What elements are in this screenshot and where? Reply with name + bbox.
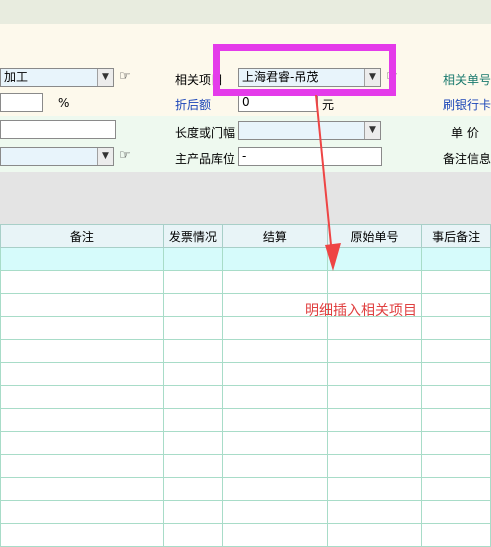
table-cell[interactable]: [221, 408, 328, 432]
table-cell[interactable]: [421, 362, 491, 386]
table-cell[interactable]: [421, 477, 491, 501]
table-row[interactable]: [0, 339, 491, 363]
table-cell[interactable]: [326, 431, 423, 455]
table-cell[interactable]: [0, 270, 164, 294]
percent-unit: %: [58, 96, 70, 110]
table-cell[interactable]: [421, 523, 491, 547]
table-cell[interactable]: [0, 408, 164, 432]
table-cell[interactable]: [421, 431, 491, 455]
main-location-label: 主产品库位: [175, 152, 236, 166]
length-width-label: 长度或门幅: [175, 126, 236, 140]
process-type-combo[interactable]: 加工 ▼: [0, 68, 114, 87]
table-cell[interactable]: [162, 500, 223, 524]
grid-body: [0, 247, 491, 547]
table-cell[interactable]: [221, 500, 328, 524]
table-cell[interactable]: [162, 431, 223, 455]
table-cell[interactable]: [162, 270, 223, 294]
table-row[interactable]: [0, 431, 491, 455]
detail-grid: 备注 发票情况 结算 原始单号 事后备注: [0, 224, 491, 547]
process-type-value: 加工: [4, 70, 29, 84]
left-text-input[interactable]: [0, 120, 116, 139]
table-row[interactable]: [0, 385, 491, 409]
table-cell[interactable]: [326, 454, 423, 478]
table-cell[interactable]: [0, 362, 164, 386]
table-row[interactable]: [0, 362, 491, 386]
table-cell[interactable]: [162, 385, 223, 409]
percent-input[interactable]: [0, 93, 43, 112]
table-cell[interactable]: [0, 339, 164, 363]
table-cell[interactable]: [162, 247, 223, 271]
table-cell[interactable]: [326, 500, 423, 524]
table-cell[interactable]: [421, 500, 491, 524]
top-toolbar: [0, 0, 491, 24]
table-cell[interactable]: [0, 523, 164, 547]
table-cell[interactable]: [221, 385, 328, 409]
table-cell[interactable]: [326, 339, 423, 363]
annotation-arrow: [315, 95, 341, 271]
table-cell[interactable]: [326, 408, 423, 432]
table-cell[interactable]: [326, 523, 423, 547]
table-row[interactable]: [0, 454, 491, 478]
table-cell[interactable]: [162, 477, 223, 501]
table-cell[interactable]: [421, 316, 491, 340]
column-header-remarks[interactable]: 备注: [0, 224, 164, 248]
remarks-info-label: 备注信息: [443, 152, 491, 166]
table-cell[interactable]: [421, 385, 491, 409]
discount-amount-label: 折后额: [175, 98, 212, 112]
chevron-down-icon[interactable]: ▼: [97, 148, 113, 165]
table-cell[interactable]: [326, 385, 423, 409]
table-cell[interactable]: [221, 431, 328, 455]
table-cell[interactable]: [162, 339, 223, 363]
table-cell[interactable]: [221, 477, 328, 501]
table-cell[interactable]: [421, 247, 491, 271]
table-cell[interactable]: [162, 408, 223, 432]
table-row[interactable]: [0, 477, 491, 501]
table-cell[interactable]: [0, 477, 164, 501]
table-cell[interactable]: [326, 362, 423, 386]
table-cell[interactable]: [0, 454, 164, 478]
table-cell[interactable]: [162, 316, 223, 340]
chevron-down-icon[interactable]: ▼: [364, 122, 380, 139]
table-row[interactable]: [0, 316, 491, 340]
table-cell[interactable]: [221, 339, 328, 363]
table-cell[interactable]: [421, 270, 491, 294]
annotation-text: 明细插入相关项目: [305, 303, 417, 319]
grid-toolbar-area: [0, 172, 491, 224]
table-cell[interactable]: [162, 362, 223, 386]
table-row[interactable]: [0, 247, 491, 271]
table-row[interactable]: [0, 408, 491, 432]
unit-price-label: 单 价: [451, 126, 479, 140]
highlight-box: [213, 44, 396, 96]
pointing-hand-icon[interactable]: ☞: [119, 148, 131, 163]
table-row[interactable]: [0, 523, 491, 547]
table-cell[interactable]: [326, 477, 423, 501]
table-cell[interactable]: [221, 362, 328, 386]
table-cell[interactable]: [0, 316, 164, 340]
table-row[interactable]: [0, 270, 491, 294]
left-combo-row4[interactable]: ▼: [0, 147, 114, 166]
table-cell[interactable]: [221, 454, 328, 478]
table-cell[interactable]: [0, 431, 164, 455]
table-cell[interactable]: [0, 500, 164, 524]
table-cell[interactable]: [421, 293, 491, 317]
column-header-invoice[interactable]: 发票情况: [162, 224, 223, 248]
bank-card-label: 刷银行卡: [443, 98, 491, 112]
table-row[interactable]: [0, 293, 491, 317]
related-order-label: 相关单号: [443, 73, 491, 87]
table-cell[interactable]: [421, 339, 491, 363]
table-cell[interactable]: [421, 454, 491, 478]
table-cell[interactable]: [0, 385, 164, 409]
pointing-hand-icon[interactable]: ☞: [119, 69, 131, 84]
chevron-down-icon[interactable]: ▼: [97, 69, 113, 86]
table-cell[interactable]: [162, 293, 223, 317]
table-cell[interactable]: [162, 454, 223, 478]
table-cell[interactable]: [221, 523, 328, 547]
table-row[interactable]: [0, 500, 491, 524]
table-cell[interactable]: [0, 247, 164, 271]
table-cell[interactable]: [162, 523, 223, 547]
table-cell[interactable]: [0, 293, 164, 317]
column-header-post-remarks[interactable]: 事后备注: [421, 224, 491, 248]
table-cell[interactable]: [421, 408, 491, 432]
